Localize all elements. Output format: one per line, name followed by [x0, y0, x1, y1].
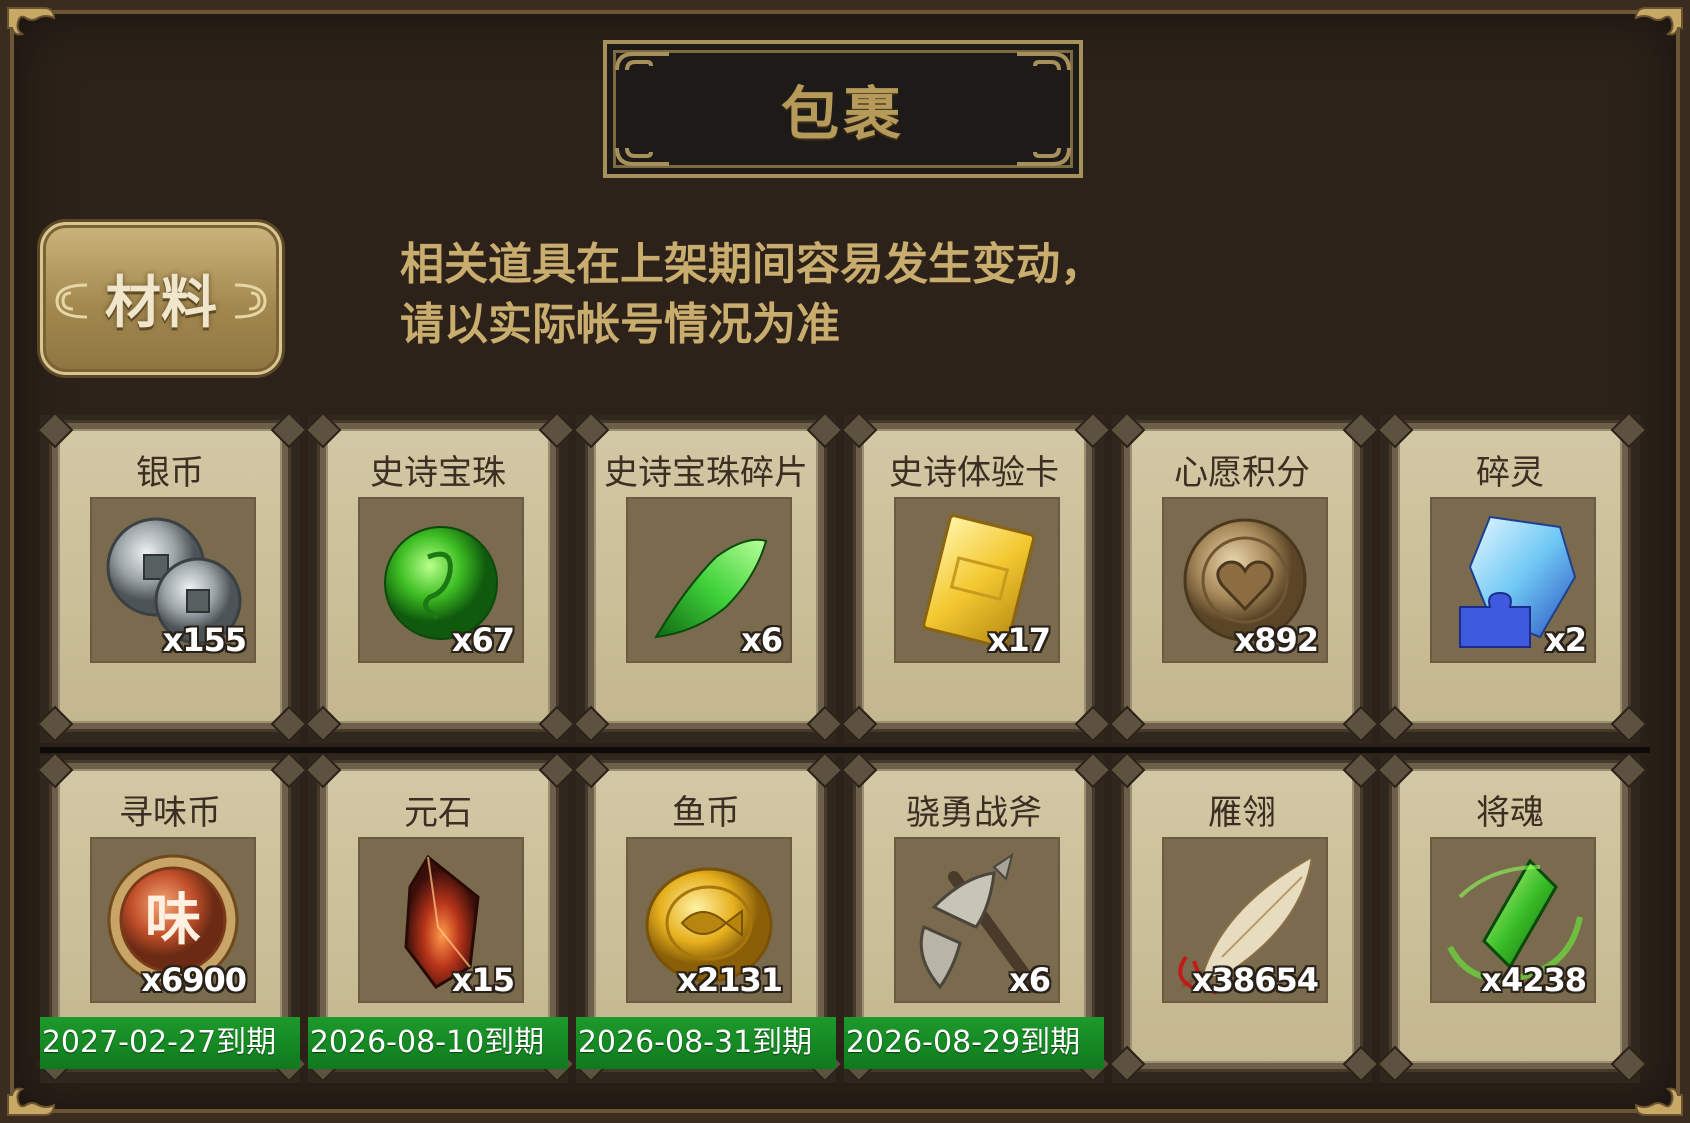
- expiry-date: 2027-02-27到期: [41, 1025, 277, 1060]
- item-card[interactable]: 碎灵 x2: [1376, 411, 1648, 743]
- green-orb-icon: x67: [358, 497, 524, 663]
- item-name: 雁翎: [1208, 793, 1276, 833]
- notice-line-2: 请以实际帐号情况为准: [400, 299, 840, 350]
- item-count: x17: [987, 621, 1051, 659]
- item-name: 史诗宝珠: [370, 453, 506, 493]
- fish-coin-icon: x2131: [626, 837, 792, 1003]
- battle-axe-icon: x6: [894, 837, 1060, 1003]
- flavor-coin-icon: 味 x6900: [90, 837, 256, 1003]
- item-name: 元石: [404, 793, 472, 833]
- expiry-banner: 2026-08-31到期: [576, 1017, 836, 1069]
- row-divider: [40, 747, 1650, 753]
- item-card[interactable]: 史诗宝珠碎片 x6: [572, 411, 844, 743]
- item-count: x6900: [141, 961, 247, 999]
- heart-coin-icon: x892: [1162, 497, 1328, 663]
- item-card[interactable]: 元石 x15 2026-08-10到期: [304, 751, 576, 1083]
- crystal-puzzle-icon: x2: [1430, 497, 1596, 663]
- item-card[interactable]: 雁翎 x38654: [1108, 751, 1380, 1083]
- notice-line-1: 相关道具在上架期间容易发生变动，: [400, 239, 1104, 290]
- item-count: x6: [1009, 961, 1051, 999]
- red-crystal-icon: x15: [358, 837, 524, 1003]
- gold-card-icon: x17: [894, 497, 1060, 663]
- tab-materials-label: 材料: [105, 271, 217, 336]
- frame-corner-ornament: [1634, 7, 1683, 36]
- svg-text:味: 味: [145, 888, 201, 953]
- item-count: x4238: [1481, 961, 1587, 999]
- green-spirit-crystal-icon: x4238: [1430, 837, 1596, 1003]
- expiry-date: 2026-08-29到期: [845, 1025, 1081, 1060]
- item-count: x6: [741, 621, 783, 659]
- expiry-date: 2026-08-10到期: [309, 1025, 545, 1060]
- silver-coin-icon: x155: [90, 497, 256, 663]
- item-count: x15: [451, 961, 515, 999]
- item-card[interactable]: 心愿积分 x892: [1108, 411, 1380, 743]
- item-name: 寻味币: [119, 793, 221, 833]
- notice-text: 相关道具在上架期间容易发生变动， 请以实际帐号情况为准: [400, 235, 1200, 355]
- expiry-banner: 2026-08-10到期: [308, 1017, 568, 1069]
- item-card[interactable]: 将魂 x4238: [1376, 751, 1648, 1083]
- expiry-banner: 2027-02-27到期: [40, 1017, 300, 1069]
- item-card[interactable]: 史诗体验卡 x17: [840, 411, 1112, 743]
- page-title: 包裹: [780, 80, 905, 148]
- item-card[interactable]: 骁勇战斧 x6 2026-08-29到期: [840, 751, 1112, 1083]
- item-count: x38654: [1192, 961, 1319, 999]
- item-count: x155: [162, 621, 247, 659]
- item-count: x2131: [677, 961, 783, 999]
- item-name: 银币: [136, 453, 204, 493]
- title-ornament: [1017, 52, 1071, 71]
- item-card[interactable]: 寻味币 味 x6900 2027-02-27到期: [36, 751, 308, 1083]
- item-name: 心愿积分: [1174, 453, 1310, 493]
- item-name: 将魂: [1476, 793, 1544, 833]
- frame-corner-ornament: [7, 7, 56, 36]
- tab-ornament: [55, 283, 88, 319]
- tab-materials[interactable]: 材料: [40, 222, 282, 375]
- item-name: 骁勇战斧: [906, 793, 1042, 833]
- item-name: 碎灵: [1476, 453, 1544, 493]
- item-count: x2: [1545, 621, 1587, 659]
- title-ornament: [1017, 147, 1071, 166]
- jade-shard-icon: x6: [626, 497, 792, 663]
- expiry-banner: 2026-08-29到期: [844, 1017, 1104, 1069]
- item-card[interactable]: 史诗宝珠 x67: [304, 411, 576, 743]
- feather-icon: x38654: [1162, 837, 1328, 1003]
- title-ornament: [615, 52, 669, 71]
- item-count: x67: [451, 621, 515, 659]
- item-name: 史诗宝珠碎片: [604, 453, 808, 493]
- title-plate: 包裹: [603, 40, 1083, 178]
- expiry-date: 2026-08-31到期: [577, 1025, 813, 1060]
- title-ornament: [615, 147, 669, 166]
- item-name: 鱼币: [672, 793, 740, 833]
- item-card[interactable]: 银币 x155: [36, 411, 308, 743]
- item-card[interactable]: 鱼币 x2131 2026-08-31到期: [572, 751, 844, 1083]
- item-name: 史诗体验卡: [889, 453, 1059, 493]
- tab-ornament: [234, 283, 267, 319]
- item-count: x892: [1234, 621, 1319, 659]
